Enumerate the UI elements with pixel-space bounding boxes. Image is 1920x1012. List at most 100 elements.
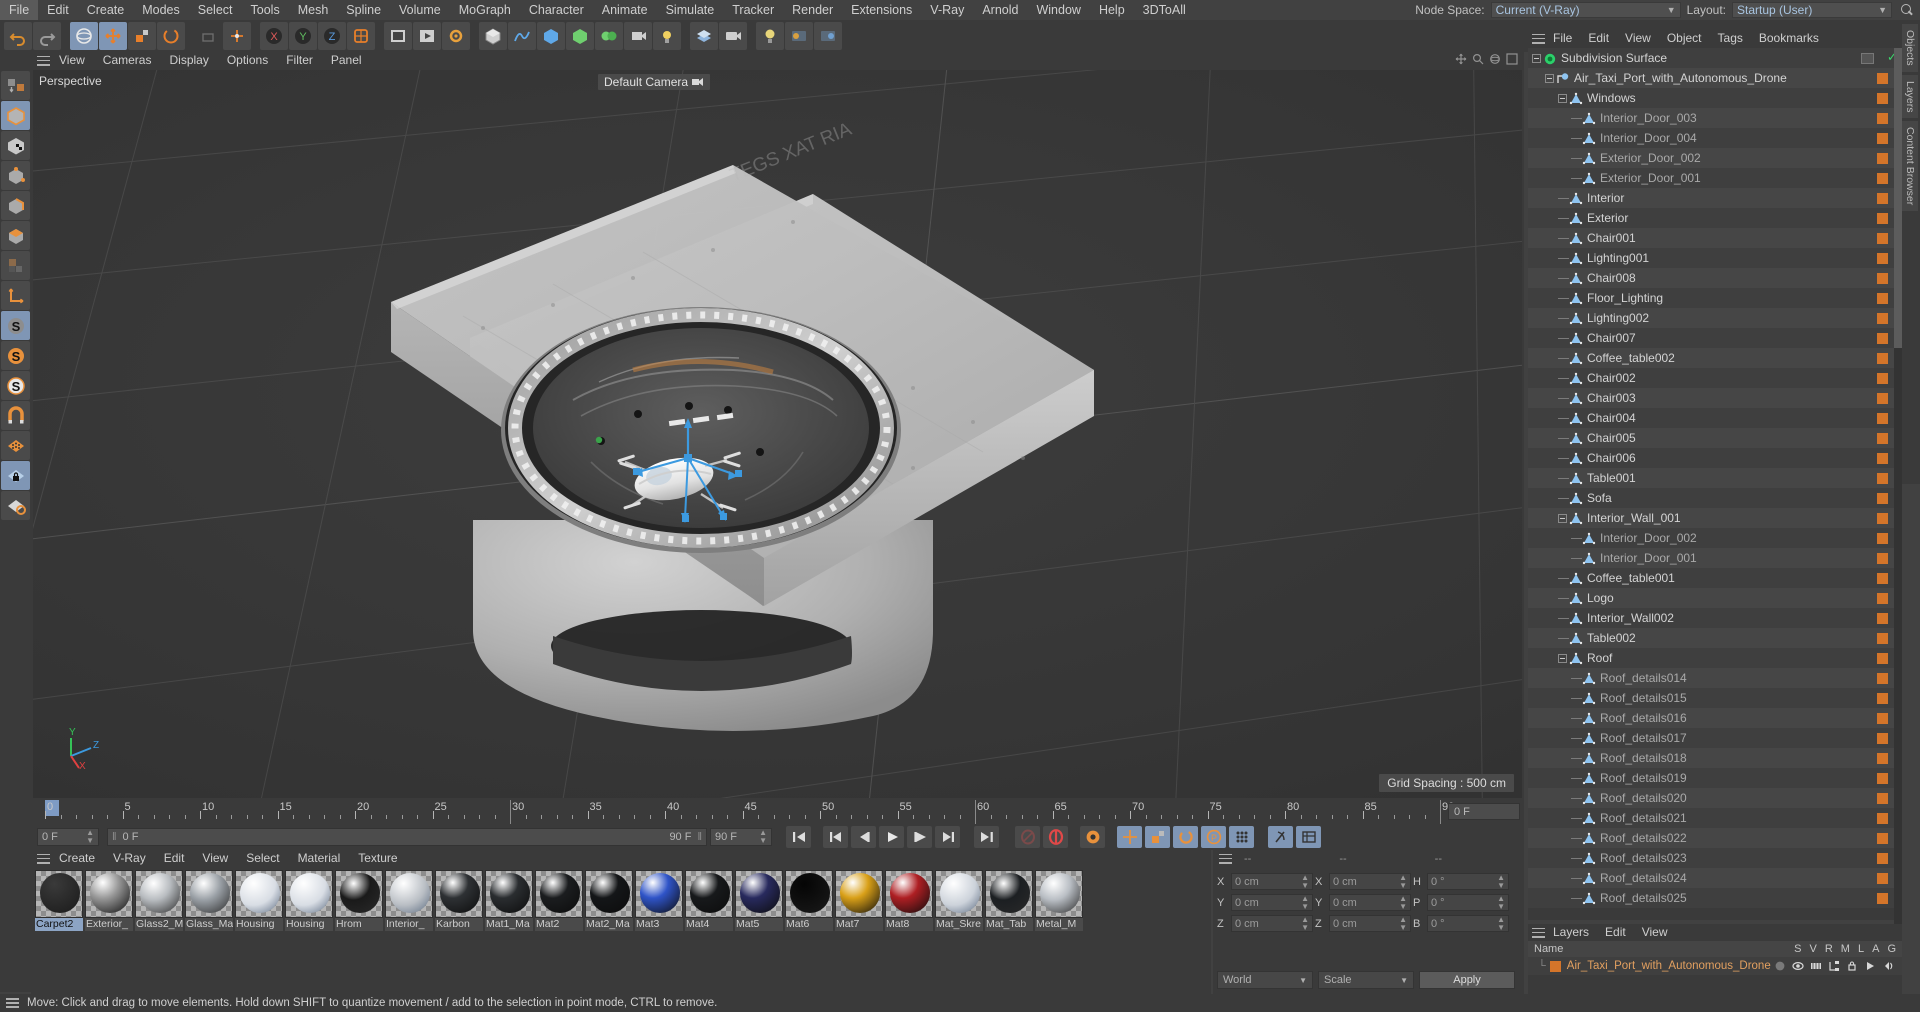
render-settings-button[interactable] (442, 22, 470, 50)
object-tree-row[interactable]: Roof_details022 (1528, 828, 1902, 848)
menu-select[interactable]: Select (189, 0, 242, 20)
menu-modes[interactable]: Modes (133, 0, 189, 20)
object-menu-tags[interactable]: Tags (1710, 30, 1751, 47)
zoom-icon[interactable] (1472, 53, 1484, 65)
orbit-icon[interactable] (1489, 53, 1501, 65)
tree-expander-icon[interactable] (1545, 73, 1554, 83)
eye-icon[interactable] (1792, 960, 1804, 972)
scale-key-button[interactable] (1145, 826, 1170, 848)
object-tree-row[interactable]: Sofa (1528, 488, 1902, 508)
object-tree-row[interactable]: Interior_Wall002 (1528, 608, 1902, 628)
display-tag[interactable] (1861, 53, 1874, 64)
end-frame-input[interactable]: 90 F ▲ ▼ (710, 828, 772, 846)
coordinate-mode-select[interactable]: Scale ▼ (1318, 971, 1414, 989)
material-tag[interactable] (1877, 733, 1888, 744)
object-tree-row[interactable]: Chair001 (1528, 228, 1902, 248)
material-tag[interactable] (1877, 153, 1888, 164)
solo-icon[interactable] (1774, 960, 1786, 972)
object-tree-scroll-thumb[interactable] (1894, 48, 1902, 348)
stepper-icon[interactable]: ▲ ▼ (1399, 873, 1407, 890)
menu-edit[interactable]: Edit (38, 0, 78, 20)
menu-mesh[interactable]: Mesh (289, 0, 338, 20)
material-menu-select[interactable]: Select (237, 850, 288, 867)
object-tree-row[interactable]: Coffee_table002 (1528, 348, 1902, 368)
current-frame-input[interactable]: 0 F ▲ ▼ (37, 828, 99, 846)
object-tree-row[interactable]: Logo (1528, 588, 1902, 608)
object-tree-row[interactable]: Lighting001 (1528, 248, 1902, 268)
tree-expander-icon[interactable] (1558, 93, 1567, 103)
material-swatch[interactable]: Mat6 (785, 870, 833, 931)
snap-workplane-button[interactable]: S (1, 371, 30, 400)
object-tree-row[interactable]: Lighting002 (1528, 308, 1902, 328)
stepper-icon[interactable]: ▲ ▼ (1301, 894, 1309, 911)
object-tree-row[interactable]: Roof_details019 (1528, 768, 1902, 788)
viewport-menu-panel[interactable]: Panel (322, 52, 371, 69)
object-tree-row[interactable]: Roof_details023 (1528, 848, 1902, 868)
material-menu-icon[interactable] (37, 853, 50, 864)
timeline-current-frame-box[interactable]: 0 F (1448, 803, 1520, 820)
object-tree-row[interactable]: Roof_details017 (1528, 728, 1902, 748)
object-tree-row[interactable]: Exterior (1528, 208, 1902, 228)
material-tag[interactable] (1877, 173, 1888, 184)
object-tree-row[interactable]: Interior_Door_001 (1528, 548, 1902, 568)
parameter-key-button[interactable]: P (1201, 826, 1226, 848)
render-icon[interactable] (1810, 960, 1822, 972)
material-tag[interactable] (1877, 353, 1888, 364)
material-swatch[interactable]: Hrom (335, 870, 383, 931)
object-tree-row[interactable]: Roof_details025 (1528, 888, 1902, 908)
axis-mode-button[interactable] (1, 281, 30, 310)
menu-3dtoall[interactable]: 3DToAll (1134, 0, 1195, 20)
maximize-icon[interactable] (1506, 53, 1518, 65)
tree-expander-icon[interactable] (1558, 513, 1567, 523)
position-key-button[interactable] (1117, 826, 1142, 848)
material-swatch[interactable]: Metal_M (1035, 870, 1083, 931)
object-tree-row[interactable]: Chair006 (1528, 448, 1902, 468)
dock-tab-content-browser[interactable]: Content Browser (1902, 121, 1918, 212)
add-camera-button[interactable] (624, 22, 652, 50)
node-space-select[interactable]: Current (V-Ray) ▼ (1490, 2, 1681, 18)
object-tree-row[interactable]: Chair003 (1528, 388, 1902, 408)
timeline-ruler[interactable]: 051015202530354045505560657075808590 (45, 800, 1454, 824)
object-tree-row[interactable]: Chair002 (1528, 368, 1902, 388)
add-deformer-button[interactable] (566, 22, 594, 50)
material-swatch-grid[interactable]: Carpet2 Exterior_ Glass2_M Glass_Ma Housing H… (35, 870, 1083, 931)
object-tree-row[interactable]: Chair004 (1528, 408, 1902, 428)
pan-icon[interactable] (1455, 53, 1467, 65)
apply-button[interactable]: Apply (1419, 971, 1515, 989)
layer-menu-icon[interactable] (1532, 927, 1545, 938)
light-setup-button[interactable] (756, 22, 784, 50)
coordinate-rotation-input[interactable]: 0 ° ▲ ▼ (1427, 915, 1509, 932)
layer-menu-edit[interactable]: Edit (1597, 924, 1634, 941)
material-tag[interactable] (1877, 813, 1888, 824)
material-tag[interactable] (1877, 633, 1888, 644)
material-tag[interactable] (1877, 693, 1888, 704)
lock-workplane-button[interactable] (1, 461, 30, 490)
material-tag[interactable] (1877, 573, 1888, 584)
keyframe-selection-button[interactable] (1080, 826, 1105, 848)
material-tag[interactable] (1877, 893, 1888, 904)
workplane-button[interactable] (1, 431, 30, 460)
dock-tab-layers[interactable]: Layers (1902, 74, 1918, 119)
coordinate-space-select[interactable]: World ▼ (1217, 971, 1313, 989)
add-cube-button[interactable] (479, 22, 507, 50)
coordinates-menu-icon[interactable] (1219, 853, 1232, 864)
menu-v-ray[interactable]: V-Ray (921, 0, 973, 20)
preview-range-bar[interactable]: ‖ 0 F 90 F ‖ (107, 828, 707, 846)
object-tree-row[interactable]: Windows (1528, 88, 1902, 108)
stepper-icon[interactable]: ▲ ▼ (1399, 915, 1407, 932)
material-tag[interactable] (1877, 333, 1888, 344)
material-tag[interactable] (1877, 873, 1888, 884)
viewport-camera-badge[interactable]: Default Camera (598, 74, 711, 90)
layer-color-chip[interactable] (1549, 960, 1561, 972)
material-swatch[interactable]: Interior_ (385, 870, 433, 931)
material-tag[interactable] (1877, 113, 1888, 124)
material-tag[interactable] (1877, 613, 1888, 624)
material-tag[interactable] (1877, 853, 1888, 864)
object-tree-row[interactable]: Interior_Door_003 (1528, 108, 1902, 128)
viewport-3d-canvas[interactable]: TEGS XAT RIA Perspective Default Camera … (33, 70, 1522, 798)
object-tree-row[interactable]: Chair008 (1528, 268, 1902, 288)
object-tree-row[interactable]: Interior (1528, 188, 1902, 208)
material-swatch[interactable]: Housing (285, 870, 333, 931)
go-to-end-button[interactable] (974, 826, 999, 848)
coordinate-size-input[interactable]: 0 cm ▲ ▼ (1329, 915, 1411, 932)
